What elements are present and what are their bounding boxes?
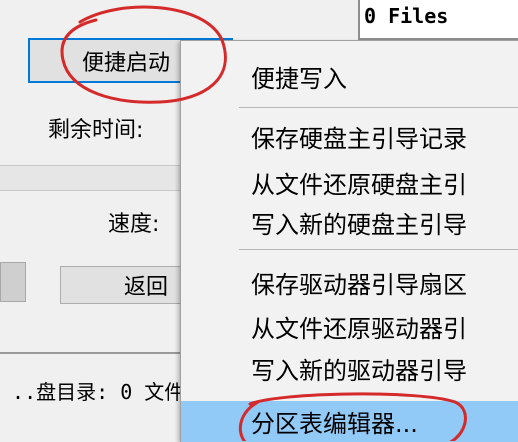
menu-item-write-new-mbr[interactable]: 写入新的硬盘主引导: [181, 203, 518, 241]
menu-item-label: 从文件还原硬盘主引: [251, 170, 467, 199]
menu-item-label: 写入新的硬盘主引导: [251, 210, 467, 239]
menu-item-label: 从文件还原驱动器引: [251, 314, 467, 343]
file-count-display: 0 Files: [358, 0, 518, 40]
menu-item-label: 分区表编辑器...: [251, 410, 418, 438]
context-menu: 便捷写入 保存硬盘主引导记录 从文件还原硬盘主引 写入新的硬盘主引导 保存驱动器…: [180, 40, 518, 442]
menu-item-restore-mbr[interactable]: 从文件还原硬盘主引: [181, 163, 518, 201]
remaining-time-label: 剩余时间:: [48, 118, 144, 143]
menu-item-restore-boot-sector[interactable]: 从文件还原驱动器引: [181, 307, 518, 345]
menu-item-label: 写入新的驱动器引导: [251, 356, 467, 385]
back-button-label: 返回: [123, 275, 168, 300]
menu-separator: [239, 107, 518, 108]
quick-start-label: 便捷启动: [82, 50, 171, 76]
menu-item-quick-write[interactable]: 便捷写入: [181, 57, 518, 95]
speed-label: 速度:: [108, 212, 160, 237]
menu-item-label: 保存驱动器引导扇区: [251, 270, 467, 299]
status-bar-text: ..盘目录: 0 文件: [0, 380, 185, 404]
menu-item-save-mbr[interactable]: 保存硬盘主引导记录: [181, 117, 518, 155]
menu-item-save-boot-sector[interactable]: 保存驱动器引导扇区: [181, 263, 518, 301]
menu-item-label: 便捷写入: [251, 64, 347, 93]
menu-item-write-new-boot-sector[interactable]: 写入新的驱动器引导: [181, 349, 518, 387]
left-button-partial[interactable]: [0, 262, 26, 302]
menu-separator: [239, 249, 518, 250]
menu-item-partition-table-editor[interactable]: 分区表编辑器...: [181, 401, 518, 442]
menu-item-label: 保存硬盘主引导记录: [251, 124, 467, 153]
